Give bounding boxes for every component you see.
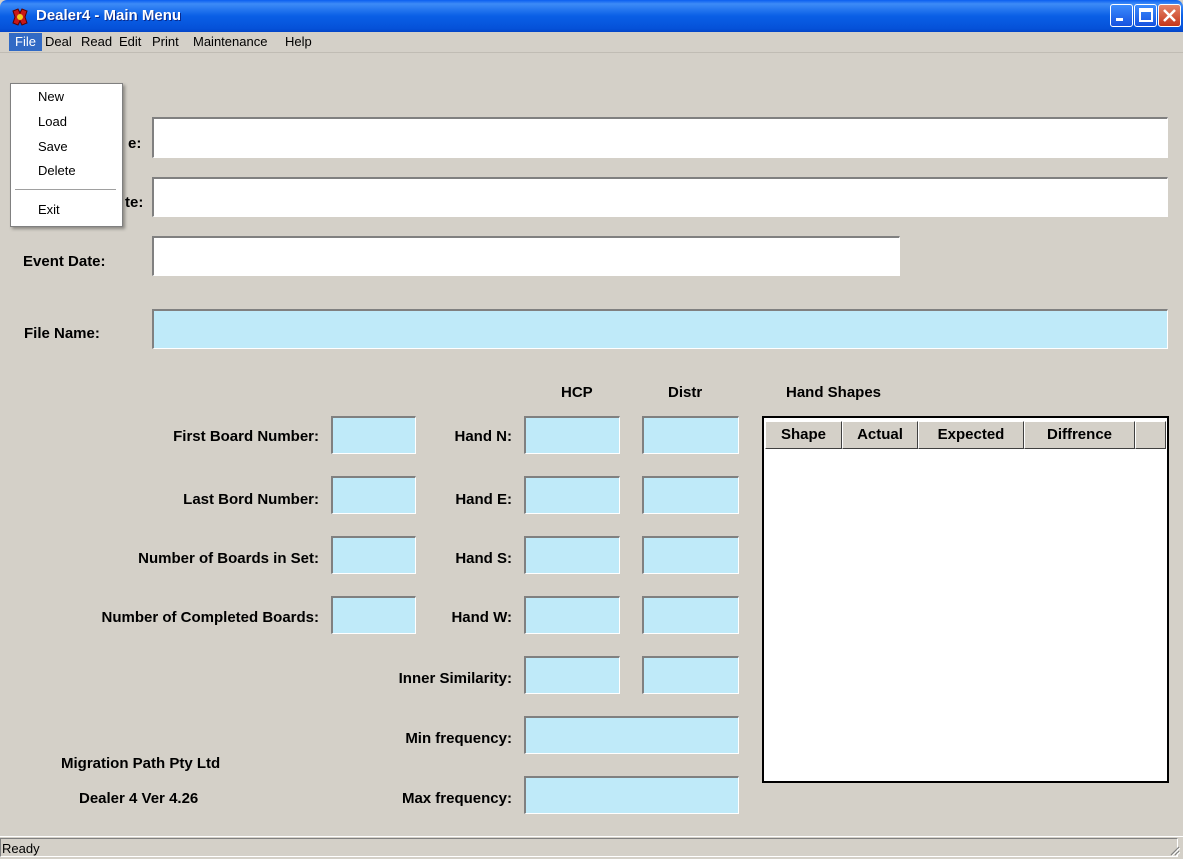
- venue-field[interactable]: [152, 177, 1168, 217]
- max-frequency-field: [524, 776, 739, 814]
- inner-similarity-hcp-field: [524, 656, 620, 694]
- menu-bar: File Deal Read Edit Print Maintenance He…: [0, 32, 1183, 53]
- hand-s-hcp-field: [524, 536, 620, 574]
- min-frequency-label: Min frequency:: [405, 730, 512, 747]
- event-date-label: Event Date:: [23, 253, 106, 270]
- minimize-icon: [1116, 18, 1123, 21]
- status-text: Ready: [2, 841, 40, 856]
- menu-deal[interactable]: Deal: [39, 33, 78, 51]
- hand-s-label: Hand S:: [455, 550, 512, 567]
- resize-grip-icon[interactable]: [1168, 844, 1180, 856]
- hand-n-label: Hand N:: [454, 428, 513, 445]
- distr-header: Distr: [668, 384, 703, 401]
- menu-separator: [15, 189, 116, 190]
- hand-s-distr-field: [642, 536, 739, 574]
- hand-n-distr-field: [642, 416, 739, 454]
- menu-item-exit[interactable]: Exit: [11, 199, 120, 221]
- column-actual[interactable]: Actual: [842, 421, 918, 449]
- first-board-label: First Board Number:: [173, 428, 319, 445]
- version-text: Dealer 4 Ver 4.26: [79, 790, 199, 807]
- column-expected[interactable]: Expected: [918, 421, 1024, 449]
- menu-maintenance[interactable]: Maintenance: [187, 33, 273, 51]
- maximize-icon: [1139, 8, 1153, 22]
- hand-shapes-list[interactable]: Shape Actual Expected Diffrence: [762, 416, 1169, 783]
- status-pane: [0, 838, 1178, 857]
- maximize-button[interactable]: [1134, 4, 1157, 27]
- menu-read[interactable]: Read: [75, 33, 118, 51]
- menu-file[interactable]: File: [9, 33, 42, 51]
- hand-e-label: Hand E:: [455, 491, 512, 508]
- column-filler: [1135, 421, 1166, 449]
- hand-shapes-title: Hand Shapes: [786, 384, 882, 401]
- first-board-field: [331, 416, 416, 454]
- company-name: Migration Path Pty Ltd: [61, 755, 221, 772]
- min-frequency-field: [524, 716, 739, 754]
- last-board-label: Last Bord Number:: [183, 491, 319, 508]
- column-shape[interactable]: Shape: [765, 421, 842, 449]
- venue-label: te:: [125, 194, 144, 211]
- title-bar[interactable]: Dealer4 - Main Menu: [0, 0, 1183, 32]
- menu-item-save[interactable]: Save: [11, 136, 120, 158]
- boards-in-set-field: [331, 536, 416, 574]
- completed-boards-label: Number of Completed Boards:: [101, 609, 319, 626]
- hcp-header: HCP: [561, 384, 593, 401]
- app-icon: [12, 8, 28, 26]
- window-title: Dealer4 - Main Menu: [36, 7, 182, 24]
- column-diffrence[interactable]: Diffrence: [1024, 421, 1135, 449]
- file-dropdown-menu: New Load Save Delete Exit: [10, 83, 123, 227]
- file-name-label: File Name:: [24, 325, 100, 342]
- inner-similarity-distr-field: [642, 656, 739, 694]
- inner-similarity-label: Inner Similarity:: [398, 670, 512, 687]
- menu-item-new[interactable]: New: [11, 86, 120, 108]
- status-bar: Ready: [0, 836, 1183, 859]
- completed-boards-field: [331, 596, 416, 634]
- menu-print[interactable]: Print: [146, 33, 185, 51]
- last-board-field: [331, 476, 416, 514]
- name-field[interactable]: [152, 117, 1168, 158]
- menu-help[interactable]: Help: [279, 33, 318, 51]
- hand-w-distr-field: [642, 596, 739, 634]
- max-frequency-label: Max frequency:: [401, 790, 512, 807]
- hand-n-hcp-field: [524, 416, 620, 454]
- event-date-field[interactable]: [152, 236, 900, 276]
- hand-w-label: Hand W:: [451, 609, 512, 626]
- close-icon: [1163, 9, 1176, 22]
- menu-edit[interactable]: Edit: [113, 33, 147, 51]
- hand-e-distr-field: [642, 476, 739, 514]
- hand-e-hcp-field: [524, 476, 620, 514]
- name-label: e:: [128, 135, 142, 152]
- file-name-field: [152, 309, 1168, 349]
- boards-in-set-label: Number of Boards in Set:: [138, 550, 319, 567]
- menu-item-delete[interactable]: Delete: [11, 160, 120, 182]
- hand-w-hcp-field: [524, 596, 620, 634]
- hand-shapes-header: Shape Actual Expected Diffrence: [765, 421, 1166, 449]
- main-window: Dealer4 - Main Menu File Deal Read Edit …: [0, 0, 1183, 858]
- minimize-button[interactable]: [1110, 4, 1133, 27]
- menu-item-load[interactable]: Load: [11, 111, 120, 133]
- close-button[interactable]: [1158, 4, 1181, 27]
